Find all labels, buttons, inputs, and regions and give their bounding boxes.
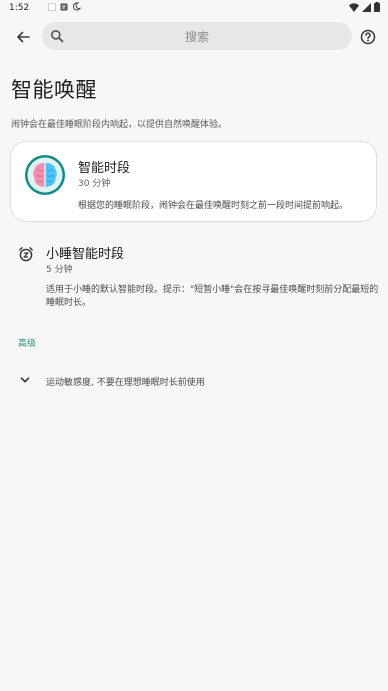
alarm-clock-z-icon [19,247,33,262]
search-input[interactable]: 搜索 [42,22,352,50]
square-icon [48,2,56,11]
advanced-expand-row[interactable]: 运动敏感度, 不要在理想睡眠时长前使用 [0,370,388,392]
nap-title: 小睡智能时段 [46,247,125,262]
top-bar: 搜索 [0,22,388,52]
status-icons-left [48,2,81,11]
back-button[interactable] [13,27,33,47]
nap-smart-window-item[interactable]: 小睡智能时段 5 分钟 适用于小睡的默认智能时段。提示："短暂小睡"会在按寻最佳… [0,238,388,318]
smart-window-value: 30 分钟 [78,179,111,189]
wifi-icon [349,2,359,12]
moon-icon [72,2,81,11]
section-header-advanced: 高级 [18,339,37,349]
nap-value: 5 分钟 [46,265,73,275]
notification-icon [60,3,68,10]
status-icons-right [349,2,380,12]
brain-icon [25,155,65,195]
page-subtitle: 闹钟会在最佳睡眠阶段内响起，以提供自然唤醒体验。 [11,120,228,130]
smart-window-description: 根据您的睡眠阶段，闹钟会在最佳唤醒时刻之前一段时间提前响起。 [78,201,349,211]
signal-icon [362,2,371,12]
search-placeholder: 搜索 [184,30,209,44]
nap-description: 适用于小睡的默认智能时段。提示："短暂小睡"会在按寻最佳唤醒时刻前分配最短的睡眠… [46,285,379,308]
advanced-expand-text: 运动敏感度, 不要在理想睡眠时长前使用 [46,378,205,388]
smart-window-title: 智能时段 [78,161,131,176]
status-time: 1:52 [9,3,30,13]
arrow-left-icon [17,31,30,43]
help-circle-icon [360,29,376,45]
status-bar: 1:52 [0,0,388,16]
battery-icon [374,2,380,12]
chevron-down-icon [20,377,30,383]
page-title: 智能唤醒 [11,78,97,102]
help-button[interactable] [358,27,378,47]
smart-window-card[interactable]: 智能时段 30 分钟 根据您的睡眠阶段，闹钟会在最佳唤醒时刻之前一段时间提前响起… [10,141,377,222]
